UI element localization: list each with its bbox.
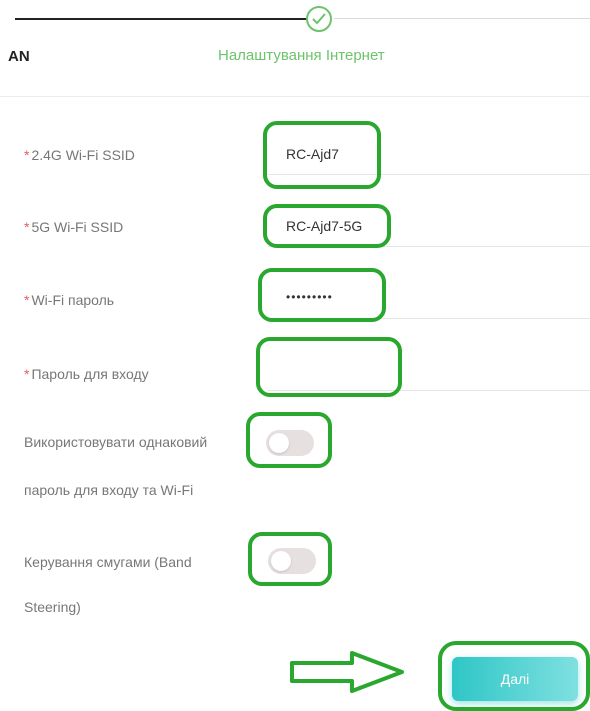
wifi-password-label: * Wi-Fi пароль [24, 292, 115, 308]
stepper-line-completed [15, 18, 307, 20]
header-divider [0, 96, 590, 97]
required-marker: * [24, 366, 30, 382]
toggle-knob [271, 551, 291, 571]
step-complete-check-icon [306, 6, 332, 32]
stepper-line-pending [334, 18, 590, 19]
next-button[interactable]: Далі [452, 657, 578, 701]
toggle-knob [269, 433, 289, 453]
ssid24-label: * 2.4G Wi-Fi SSID [24, 147, 135, 163]
ssid5-input[interactable]: RC-Ajd7-5G [268, 207, 590, 247]
stepper-prev-step-label: AN [8, 48, 30, 65]
required-marker: * [24, 147, 30, 163]
wifi-password-input[interactable]: ••••••••• [268, 279, 590, 319]
required-marker: * [24, 292, 30, 308]
same-password-toggle[interactable] [266, 430, 314, 456]
band-steering-label-line2: Steering) [24, 599, 81, 615]
ssid24-input[interactable]: RC-Ajd7 [268, 135, 590, 175]
ssid5-label: * 5G Wi-Fi SSID [24, 219, 124, 235]
login-password-label: * Пароль для входу [24, 366, 149, 382]
band-steering-toggle[interactable] [268, 548, 316, 574]
right-arrow-icon [290, 651, 404, 693]
required-marker: * [24, 219, 30, 235]
same-password-label-line1: Використовувати однаковий [24, 434, 208, 450]
same-password-label-line2: пароль для входу та Wi-Fi [24, 482, 194, 498]
login-password-input[interactable] [268, 347, 590, 391]
band-steering-label-line1: Керування смугами (Band [24, 554, 192, 570]
stepper-current-step-label: Налаштування Інтернет [218, 47, 385, 64]
